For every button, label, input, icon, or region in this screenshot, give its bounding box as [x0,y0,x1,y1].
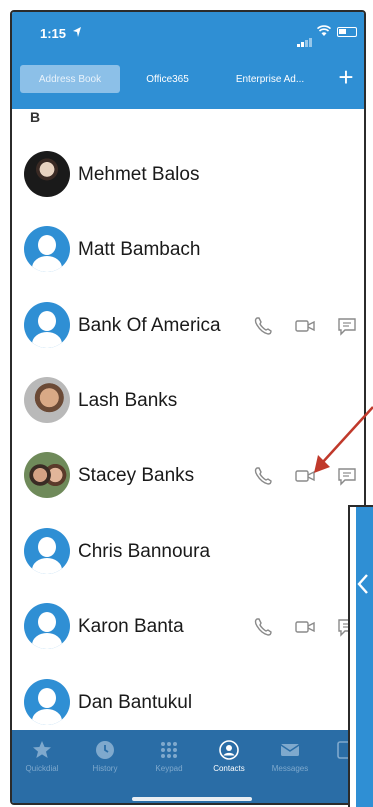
messages-icon [280,744,300,756]
contact-row[interactable]: Dan Bantukul [12,667,364,739]
chat-icon[interactable] [336,315,358,337]
avatar-placeholder-icon [24,528,70,574]
video-icon[interactable] [294,315,316,337]
contact-name: Dan Bantukul [78,692,193,713]
contact-name: Mehmet Balos [78,164,200,185]
adjacent-screen-panel [348,505,373,807]
tab-quickdial[interactable]: Quickdial [12,740,72,773]
home-indicator [132,797,252,801]
video-icon[interactable] [294,616,316,638]
tab-keypad[interactable]: Keypad [139,740,199,773]
phone-icon[interactable] [252,465,274,487]
tab-label: Keypad [155,764,183,773]
section-header-b: B [30,109,41,125]
app-header: 1:15 Address Book Office365 Enterprise A… [12,12,364,109]
contact-actions [252,315,362,337]
directory-tabs: Address Book Office365 Enterprise Ad... [20,65,325,93]
tab-label: Messages [271,764,309,773]
tab-enterprise-ad[interactable]: Enterprise Ad... [215,65,325,93]
star-icon [33,741,51,758]
keypad-icon [161,742,177,758]
tab-label: Contacts [213,764,245,773]
tab-contacts[interactable]: Contacts [199,740,259,773]
contact-row[interactable]: Matt Bambach [12,214,364,286]
contact-row[interactable]: Mehmet Balos [12,139,364,211]
contact-name: Chris Bannoura [78,541,211,562]
phone-icon[interactable] [252,315,274,337]
contact-row[interactable]: Karon Banta [12,591,364,663]
contact-actions [252,616,362,638]
tab-label: Quickdial [25,764,59,773]
contact-name: Stacey Banks [78,465,195,486]
battery-icon [337,27,357,37]
tab-address-book[interactable]: Address Book [20,65,120,93]
contact-name: Lash Banks [78,390,178,411]
adjacent-screen-header [356,507,373,807]
avatar-placeholder-icon [24,603,70,649]
add-contact-button[interactable]: + [334,64,358,92]
contact-row[interactable]: Chris Bannoura [12,516,364,588]
contact-row[interactable]: Bank Of America [12,290,364,362]
tab-office365[interactable]: Office365 [120,65,215,93]
avatar [24,151,70,197]
contacts-icon [219,740,239,760]
tab-history[interactable]: History [75,740,135,773]
annotation-arrow-icon [314,406,373,473]
contact-name: Matt Bambach [78,239,201,260]
avatar-placeholder-icon [24,226,70,272]
avatar [24,452,70,498]
bottom-tab-bar: Quickdial History Keypad Contacts Messag… [12,730,364,803]
contact-name: Karon Banta [78,616,184,637]
clock-icon [96,741,114,759]
tab-messages[interactable]: Messages [260,740,320,773]
avatar [24,377,70,423]
tab-label: History [92,764,118,773]
avatar-placeholder-icon [24,302,70,348]
avatar-placeholder-icon [24,679,70,725]
contact-name: Bank Of America [78,315,221,336]
chevron-left-icon[interactable] [357,573,369,595]
location-arrow-icon [73,27,81,37]
phone-icon[interactable] [252,616,274,638]
status-time: 1:15 [40,26,67,41]
signal-icon [297,29,313,47]
wifi-icon [317,25,331,36]
status-bar: 1:15 [12,12,364,56]
